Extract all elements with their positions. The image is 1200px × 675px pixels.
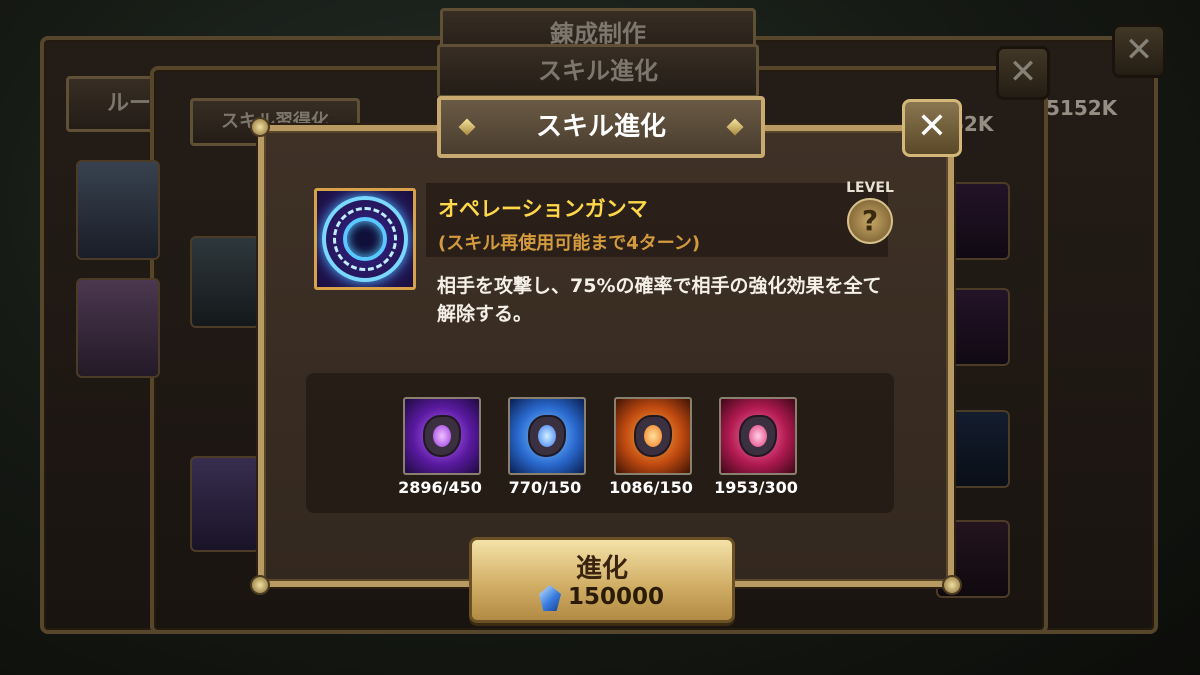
level-help-button[interactable]: LEVEL ? xyxy=(843,180,897,244)
material-quantity-orange: 1086/150 xyxy=(609,478,693,497)
close-button[interactable]: ✕ xyxy=(902,99,962,157)
essence-core xyxy=(538,425,556,447)
pink-essence-icon xyxy=(739,415,777,457)
material-quantity-purple: 2896/450 xyxy=(398,478,482,497)
material-pink[interactable] xyxy=(719,397,797,475)
diamond-ornament-icon xyxy=(726,118,744,136)
skill-cooldown: (スキル再使用可能まで4ターン) xyxy=(438,233,701,254)
material-blue[interactable] xyxy=(508,397,586,475)
corner-ornament xyxy=(250,575,270,595)
essence-core xyxy=(644,425,662,447)
essence-core xyxy=(749,425,767,447)
close-icon: ✕ xyxy=(916,106,948,147)
blue-essence-icon xyxy=(528,415,566,457)
skill-icon-inner-ring xyxy=(343,217,387,261)
corner-ornament xyxy=(250,117,270,137)
question-icon: ? xyxy=(847,198,893,244)
level-label: LEVEL xyxy=(846,180,894,196)
material-quantity-pink: 1953/300 xyxy=(714,478,798,497)
orange-essence-icon xyxy=(634,415,672,457)
evolve-button[interactable]: 進化 150000 xyxy=(469,537,735,623)
essence-core xyxy=(433,425,451,447)
skill-icon xyxy=(314,188,416,290)
skill-name: オペレーションガンマ xyxy=(438,197,648,221)
material-purple[interactable] xyxy=(403,397,481,475)
material-orange[interactable] xyxy=(614,397,692,475)
material-quantity-blue: 770/150 xyxy=(508,478,582,497)
corner-ornament xyxy=(942,575,962,595)
diamond-ornament-icon xyxy=(458,118,476,136)
dialog-title: スキル進化 xyxy=(535,112,666,142)
evolve-cost: 150000 xyxy=(568,584,665,610)
crystal-icon xyxy=(539,585,561,611)
skill-description: 相手を攻撃し、75%の確率で相手の強化効果を全て解除する。 xyxy=(437,275,882,325)
evolve-button-label: 進化 xyxy=(575,554,628,584)
purple-essence-icon xyxy=(423,415,461,457)
dialog-title-banner: スキル進化 xyxy=(437,96,765,158)
